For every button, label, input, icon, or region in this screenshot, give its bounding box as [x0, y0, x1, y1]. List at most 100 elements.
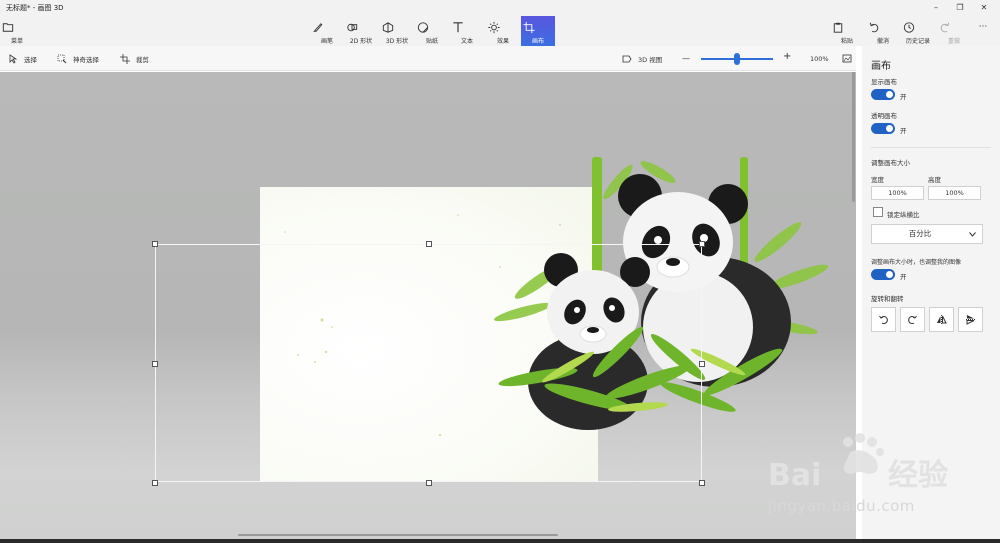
folder-icon — [2, 23, 14, 32]
undo-button[interactable]: 撤消 — [866, 16, 900, 46]
vertical-scrollbar[interactable] — [852, 72, 855, 202]
zoom-in-button[interactable]: + — [783, 50, 791, 63]
zoom-slider-thumb[interactable] — [734, 53, 740, 65]
sticker-icon — [417, 22, 429, 33]
rotate-right-button[interactable] — [900, 307, 925, 332]
width-label: 宽度 — [871, 176, 884, 184]
3d-view-label: 3D 视图 — [638, 55, 663, 64]
baidu-watermark-logo: Bai 经验 — [768, 433, 948, 493]
restore-button[interactable]: ❐ — [954, 2, 966, 14]
tool-text[interactable]: 文本 — [450, 16, 484, 46]
lock-aspect-checkbox[interactable] — [873, 207, 883, 217]
menu-label: 菜单 — [10, 38, 23, 45]
tool-3d-shapes[interactable]: 3D 形状 — [380, 16, 414, 46]
history-button[interactable]: 历史记录 — [901, 16, 935, 46]
3d-shapes-icon — [382, 22, 394, 33]
tool-label: 画布 — [531, 38, 544, 45]
resize-handle-top[interactable] — [426, 241, 432, 247]
image-icon — [842, 54, 852, 62]
canvas-selection-box[interactable] — [155, 244, 702, 482]
tool-label: 文本 — [460, 38, 473, 45]
resize-handle-bottom-left[interactable] — [152, 480, 158, 486]
svg-text:Bai: Bai — [768, 458, 821, 493]
window-title: 无标题* - 画图 3D — [6, 4, 64, 12]
effects-icon — [488, 21, 500, 34]
tool-stickers[interactable]: 贴纸 — [415, 16, 449, 46]
resize-handle-right[interactable] — [699, 361, 705, 367]
crop-label: 裁剪 — [136, 55, 149, 64]
crop-icon — [120, 53, 130, 64]
resize-handle-top-left[interactable] — [152, 241, 158, 247]
show-canvas-toggle[interactable] — [871, 89, 895, 100]
resize-handle-bottom[interactable] — [426, 480, 432, 486]
brush-icon — [313, 23, 323, 32]
history-icon — [903, 22, 915, 33]
undo-icon — [869, 22, 879, 33]
more-icon: ··· — [978, 22, 988, 32]
lock-aspect-label: 锁定纵横比 — [887, 211, 920, 219]
tool-2d-shapes[interactable]: 2D 形状 — [344, 16, 378, 46]
transparent-canvas-toggle[interactable] — [871, 123, 895, 134]
more-button[interactable]: ··· — [970, 16, 996, 46]
select-tool[interactable]: 选择 — [8, 52, 37, 65]
select-label: 选择 — [24, 55, 37, 64]
text-icon — [453, 22, 463, 33]
tool-effects[interactable]: 效果 — [486, 16, 520, 46]
cursor-icon — [9, 53, 18, 64]
tool-canvas[interactable]: 画布 — [521, 16, 555, 46]
rotate-right-icon — [908, 315, 917, 324]
resize-image-state: 开 — [900, 273, 907, 281]
flip-horizontal-button[interactable] — [929, 307, 954, 332]
transparent-canvas-state: 开 — [900, 127, 907, 135]
paste-label: 粘贴 — [840, 38, 853, 45]
svg-text:经验: 经验 — [888, 458, 948, 493]
watermark-url: jingyan.baidu.com — [768, 497, 915, 515]
3d-view-toggle[interactable]: 3D 视图 — [622, 52, 662, 65]
zoom-level: 100% — [810, 54, 829, 63]
show-canvas-label: 显示画布 — [871, 78, 897, 86]
tool-label: 3D 形状 — [385, 38, 409, 45]
chevron-down-icon — [969, 232, 976, 237]
paste-icon — [833, 22, 843, 33]
magic-select-tool[interactable]: 神奇选择 — [57, 52, 99, 65]
unit-value: 百分比 — [908, 229, 932, 238]
fit-view-button[interactable] — [842, 52, 852, 65]
resize-image-label: 调整画布大小时，也调整我的图像 — [871, 259, 962, 266]
resize-handle-bottom-right[interactable] — [699, 480, 705, 486]
rotate-left-icon — [879, 315, 888, 324]
tool-label: 2D 形状 — [349, 38, 373, 45]
panel-divider — [871, 147, 991, 148]
resize-handle-left[interactable] — [152, 361, 158, 367]
panel-title: 画布 — [871, 61, 891, 72]
title-bar: 无标题* - 画图 3D – ❐ ✕ — [0, 0, 1000, 16]
resize-canvas-heading: 调整画布大小 — [871, 159, 910, 167]
canvas-workspace[interactable] — [0, 72, 856, 543]
menu-button[interactable]: 菜单 — [0, 16, 34, 46]
rotate-left-button[interactable] — [871, 307, 896, 332]
close-button[interactable]: ✕ — [978, 2, 990, 14]
height-input[interactable]: 100% — [928, 186, 981, 200]
horizontal-scrollbar[interactable] — [238, 534, 558, 536]
minimize-button[interactable]: – — [930, 2, 942, 14]
unit-dropdown[interactable]: 百分比 — [871, 224, 983, 244]
flip-horizontal-icon — [937, 315, 947, 324]
height-label: 高度 — [928, 176, 941, 184]
zoom-out-button[interactable]: — — [682, 52, 690, 65]
3d-view-icon — [622, 55, 632, 62]
magic-select-label: 神奇选择 — [73, 55, 99, 64]
show-canvas-state: 开 — [900, 93, 907, 101]
taskbar-strip — [0, 539, 1000, 543]
canvas-icon — [523, 21, 535, 34]
paste-button[interactable]: 粘贴 — [830, 16, 864, 46]
flip-vertical-icon — [966, 315, 975, 325]
tool-brush[interactable]: 画笔 — [310, 16, 344, 46]
crop-tool[interactable]: 裁剪 — [120, 52, 149, 65]
flip-vertical-button[interactable] — [958, 307, 983, 332]
ribbon: 菜单 画笔 2D 形状 3D 形状 贴纸 文本 效果 画布 粘贴 撤消 历史记录 — [0, 16, 1000, 46]
width-input[interactable]: 100% — [871, 186, 924, 200]
resize-handle-top-right[interactable] — [699, 241, 705, 247]
redo-label: 重做 — [947, 38, 960, 45]
redo-button[interactable]: 重做 — [937, 16, 971, 46]
tool-label: 效果 — [496, 38, 509, 45]
resize-image-toggle[interactable] — [871, 269, 895, 280]
